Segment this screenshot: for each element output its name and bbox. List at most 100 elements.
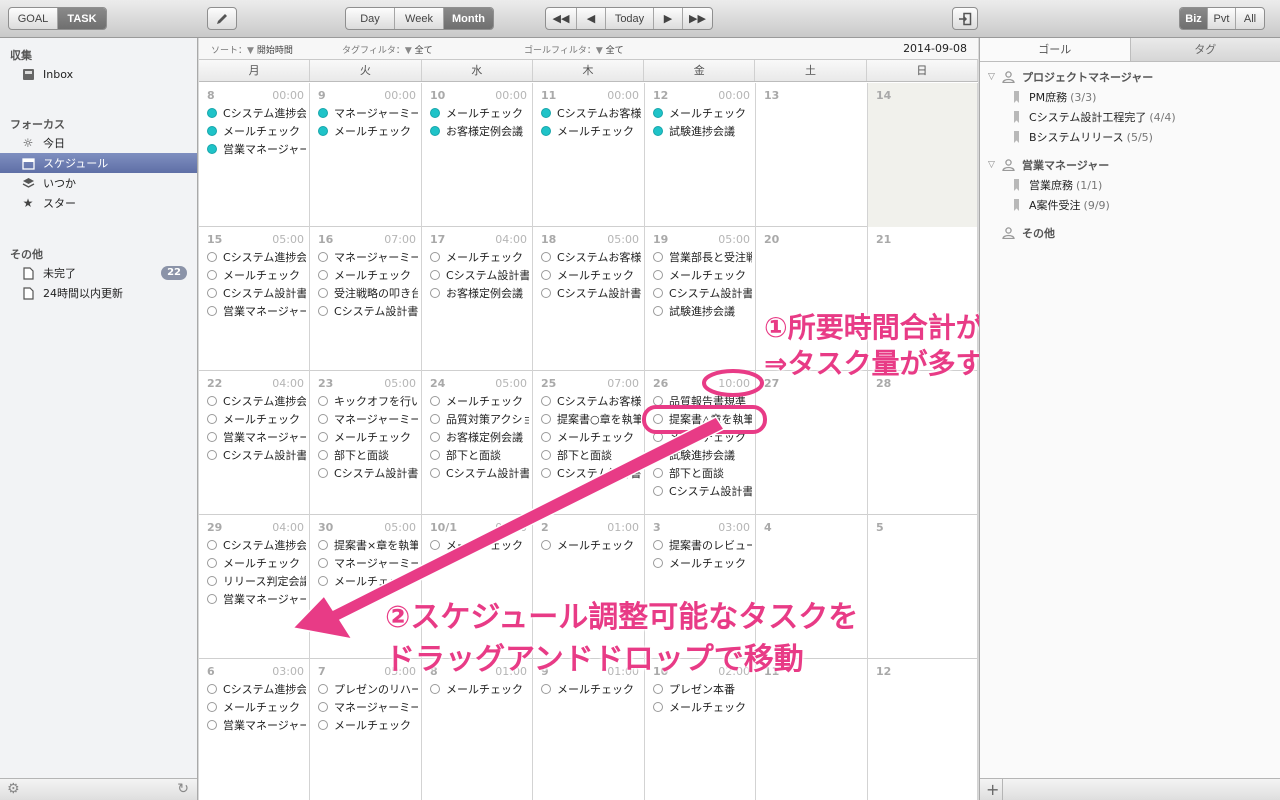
task-item[interactable]: 試験進捗会議	[653, 302, 752, 320]
task-item[interactable]: メールチェック	[318, 428, 418, 446]
task-item[interactable]: メールチェック	[430, 248, 529, 266]
disclosure-triangle-icon[interactable]: ▽	[988, 160, 1002, 170]
task-status-checkbox[interactable]	[207, 108, 217, 118]
day-cell[interactable]: 8 00:00 Cシステム進捗会 メールチェック 営業マネージャー	[199, 83, 310, 227]
task-status-checkbox[interactable]	[207, 306, 217, 316]
task-status-checkbox[interactable]	[207, 144, 217, 154]
task-item[interactable]: 試験進捗会議	[653, 122, 752, 140]
task-status-checkbox[interactable]	[430, 414, 440, 424]
task-item[interactable]: お客様定例会議	[430, 122, 529, 140]
goal-group[interactable]: ▽ 営業マネージャー	[988, 156, 1109, 174]
task-item[interactable]: Cシステム設計書	[541, 284, 641, 302]
task-status-checkbox[interactable]	[207, 432, 217, 442]
task-item[interactable]: 部下と面談	[653, 464, 752, 482]
task-status-checkbox[interactable]	[318, 252, 328, 262]
day-cell[interactable]: 13	[756, 83, 868, 227]
day-cell[interactable]: 24 05:00 メールチェック 品質対策アクショ お客様定例会議 部下と面談 Cシステム設…	[422, 371, 533, 515]
task-status-checkbox[interactable]	[207, 720, 217, 730]
task-status-checkbox[interactable]	[541, 108, 551, 118]
task-status-checkbox[interactable]	[318, 684, 328, 694]
task-item[interactable]: メールチェック	[318, 266, 418, 284]
task-item[interactable]: メールチェック	[318, 122, 418, 140]
task-item[interactable]: メールチェック	[430, 536, 529, 554]
task-item[interactable]: マネージャーミー	[318, 104, 418, 122]
task-tab[interactable]: TASK	[58, 8, 106, 29]
task-status-checkbox[interactable]	[430, 108, 440, 118]
task-item[interactable]: お客様定例会議	[430, 428, 529, 446]
goal-item[interactable]: 営業庶務 (1/1)	[1014, 176, 1102, 194]
task-status-checkbox[interactable]	[318, 558, 328, 568]
task-item[interactable]: 部下と面談	[430, 446, 529, 464]
task-status-checkbox[interactable]	[541, 288, 551, 298]
task-item[interactable]: メールチェック	[653, 554, 752, 572]
task-item[interactable]: 提案書△章を執筆	[653, 410, 752, 428]
day-cell[interactable]: 12 00:00 メールチェック 試験進捗会議	[645, 83, 756, 227]
task-status-checkbox[interactable]	[207, 270, 217, 280]
day-cell[interactable]: 10 00:00 メールチェック お客様定例会議	[422, 83, 533, 227]
task-status-checkbox[interactable]	[318, 396, 328, 406]
task-item[interactable]: 営業マネージャー	[207, 302, 306, 320]
day-cell[interactable]: 23 05:00 キックオフを行い マネージャーミー メールチェック 部下と面談 Cシステム…	[310, 371, 422, 515]
next-far-button[interactable]: ▶▶	[683, 8, 712, 29]
task-status-checkbox[interactable]	[318, 306, 328, 316]
task-status-checkbox[interactable]	[430, 684, 440, 694]
day-cell[interactable]: 18 05:00 Cシステムお客様 メールチェック Cシステム設計書	[533, 227, 645, 371]
task-item[interactable]: キックオフを行い	[318, 392, 418, 410]
task-status-checkbox[interactable]	[430, 126, 440, 136]
today-button[interactable]: Today	[606, 8, 654, 29]
task-status-checkbox[interactable]	[653, 252, 663, 262]
task-item[interactable]: 提案書○章を執筆	[541, 410, 641, 428]
task-status-checkbox[interactable]	[430, 540, 440, 550]
task-item[interactable]: 品質対策アクショ	[430, 410, 529, 428]
task-status-checkbox[interactable]	[318, 414, 328, 424]
task-item[interactable]: 営業マネージャー	[207, 590, 306, 608]
sidebar-item-someday[interactable]: いつか	[0, 173, 197, 193]
task-item[interactable]: メールチェック	[541, 428, 641, 446]
goal-item[interactable]: Bシステムリリース (5/5)	[1014, 128, 1153, 146]
task-item[interactable]: メールチェック	[207, 698, 306, 716]
task-item[interactable]: Cシステム設計書	[430, 266, 529, 284]
task-status-checkbox[interactable]	[653, 540, 663, 550]
task-status-checkbox[interactable]	[207, 414, 217, 424]
prev-button[interactable]: ◀	[577, 8, 606, 29]
task-item[interactable]: メールチェック	[430, 104, 529, 122]
task-item[interactable]: メールチェック	[541, 536, 641, 554]
task-status-checkbox[interactable]	[541, 126, 551, 136]
task-item[interactable]: 部下と面談	[318, 446, 418, 464]
task-item[interactable]: メールチェック	[653, 698, 752, 716]
task-item[interactable]: Cシステム設計書	[653, 482, 752, 500]
prev-far-button[interactable]: ◀◀	[546, 8, 577, 29]
sidebar-item-today[interactable]: ☼ 今日	[0, 133, 197, 153]
task-status-checkbox[interactable]	[318, 450, 328, 460]
month-view-button[interactable]: Month	[444, 8, 493, 29]
task-status-checkbox[interactable]	[318, 432, 328, 442]
goal-item[interactable]: A案件受注 (9/9)	[1014, 196, 1110, 214]
week-view-button[interactable]: Week	[395, 8, 444, 29]
task-status-checkbox[interactable]	[207, 594, 217, 604]
all-button[interactable]: All	[1236, 8, 1264, 29]
sidebar-item-inbox[interactable]: Inbox	[0, 64, 197, 84]
task-status-checkbox[interactable]	[430, 468, 440, 478]
tab-goal[interactable]: ゴール	[980, 38, 1131, 61]
task-item[interactable]: メールチェック	[207, 554, 306, 572]
task-item[interactable]: リリース判定会議	[207, 572, 306, 590]
day-cell[interactable]: 22 04:00 Cシステム進捗会 メールチェック 営業マネージャー Cシステム設計書	[199, 371, 310, 515]
task-status-checkbox[interactable]	[318, 270, 328, 280]
task-item[interactable]: メールチェック	[318, 572, 418, 590]
day-cell[interactable]: 17 04:00 メールチェック Cシステム設計書 お客様定例会議	[422, 227, 533, 371]
task-status-checkbox[interactable]	[541, 540, 551, 550]
task-status-checkbox[interactable]	[653, 432, 663, 442]
task-status-checkbox[interactable]	[207, 396, 217, 406]
day-cell[interactable]: 28	[868, 371, 978, 515]
task-status-checkbox[interactable]	[541, 396, 551, 406]
task-status-checkbox[interactable]	[318, 468, 328, 478]
sidebar-item-schedule[interactable]: スケジュール	[0, 153, 197, 173]
task-item[interactable]: メールチェック	[207, 410, 306, 428]
task-item[interactable]: Cシステムお客様	[541, 392, 641, 410]
task-item[interactable]: メールチェック	[653, 266, 752, 284]
task-status-checkbox[interactable]	[653, 702, 663, 712]
task-item[interactable]: Cシステム設計書	[318, 464, 418, 482]
task-item[interactable]: マネージャーミー	[318, 410, 418, 428]
sidebar-item-star[interactable]: ★ スター	[0, 193, 197, 213]
task-status-checkbox[interactable]	[653, 450, 663, 460]
